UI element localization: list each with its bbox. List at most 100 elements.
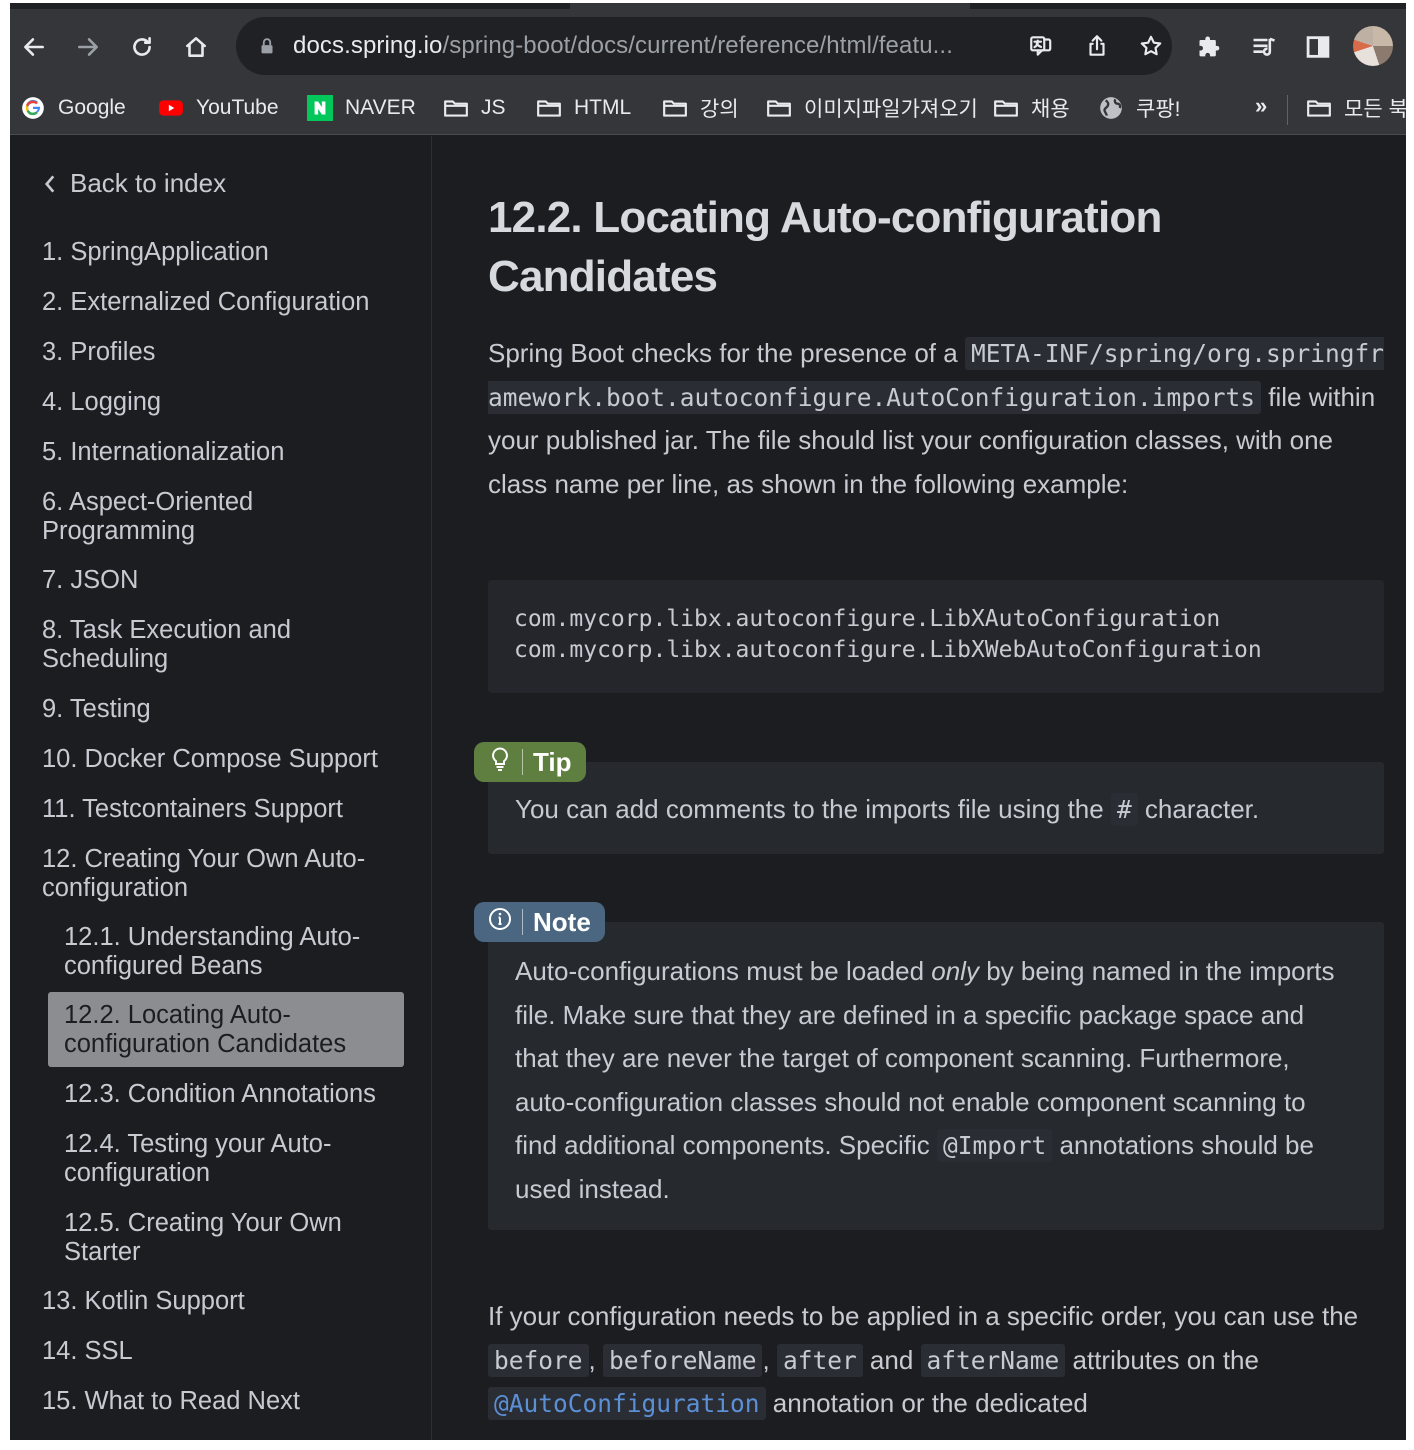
share-button[interactable] [1082,31,1112,61]
lock-icon [261,38,273,54]
beforename-attr-code: beforeName [602,1343,763,1377]
media-control-button[interactable] [1244,27,1284,67]
reload-button[interactable] [122,27,162,67]
url-path: /spring-boot/docs/current/reference/html… [442,32,953,59]
folder-icon [662,95,688,121]
toc-item-internationalization[interactable]: 5. Internationalization [42,438,412,467]
youtube-icon [158,95,184,121]
bookmark-folder-lecture[interactable]: 강의 [662,91,739,125]
bookmark-folder-js[interactable]: JS [443,91,506,125]
note-text-part: Auto-configurations must be loaded [515,956,932,986]
toc-item-condition-annotations[interactable]: 12.3. Condition Annotations [64,1080,404,1109]
toc-item-aop[interactable]: 6. Aspect-Oriented Programming [42,488,342,545]
ordering-text: , [762,1344,777,1375]
bookmark-folder-all[interactable]: 모든 북 [1306,91,1406,125]
toc-item-testing[interactable]: 9. Testing [42,695,412,724]
toc-item-locating-candidates[interactable]: 12.2. Locating Auto-configuration Candid… [48,992,404,1067]
tip-label: Tip [474,742,586,782]
bookmark-folder-html[interactable]: HTML [536,91,631,125]
toc-item-springapplication[interactable]: 1. SpringApplication [42,238,412,267]
home-button[interactable] [176,27,216,67]
hash-code: # [1110,793,1138,826]
bookmark-google[interactable]: Google [20,91,126,125]
import-annotation-code: @Import [937,1129,1053,1162]
toc-item-understanding-beans[interactable]: 12.1. Understanding Auto-configured Bean… [64,923,384,980]
address-bar[interactable]: docs.spring.io/spring-boot/docs/current/… [236,17,1172,75]
label-separator [522,909,523,935]
tip-admonition: Tip You can add comments to the imports … [474,742,1384,854]
toc-item-profiles[interactable]: 3. Profiles [42,338,412,367]
bookmark-naver[interactable]: NAVER [307,91,416,125]
browser-toolbar: docs.spring.io/spring-boot/docs/current/… [10,3,1406,85]
ordering-text: If your configuration needs to be applie… [488,1301,1359,1331]
toc-item-docker-compose[interactable]: 10. Docker Compose Support [42,745,412,774]
toc-item-task-execution[interactable]: 8. Task Execution and Scheduling [42,616,342,673]
home-icon [186,37,206,57]
toc-item-own-auto-configuration[interactable]: 12. Creating Your Own Auto-configuration [42,845,392,902]
toc-item-externalized-configuration[interactable]: 2. Externalized Configuration [42,288,412,317]
reload-icon [133,37,151,56]
after-attr-code: after [776,1343,863,1377]
folder-icon [1306,95,1332,121]
side-panel-icon [1306,36,1330,58]
code-block: com.mycorp.libx.autoconfigure.LibXAutoCo… [488,580,1384,693]
back-to-index-label: Back to index [70,168,227,198]
bookmarks-bar: Google YouTube NAVER JS HTML 강의 이미지파일가져오… [10,85,1406,135]
more-bookmarks-button[interactable]: » [1255,93,1267,119]
bookmark-label: HTML [574,96,632,119]
bookmark-label: YouTube [196,96,279,119]
code-line: com.mycorp.libx.autoconfigure.LibXAutoCo… [514,606,1221,632]
url-host: docs.spring.io [293,32,443,59]
side-panel-button[interactable] [1298,27,1338,67]
extensions-button[interactable] [1190,27,1230,67]
toc-item-what-next[interactable]: 15. What to Read Next [42,1387,412,1416]
ordering-text: annotation or the dedicated [765,1388,1088,1418]
google-icon [20,95,46,121]
star-icon [1140,35,1162,56]
toc-item-testcontainers[interactable]: 11. Testcontainers Support [42,795,412,824]
toc-sidebar: Back to index 1. SpringApplication 2. Ex… [10,136,432,1440]
profile-avatar[interactable] [1353,26,1393,66]
translate-button[interactable] [1026,31,1056,61]
note-admonition: Note Auto-configurations must be loaded … [474,902,1384,1230]
forward-button[interactable] [68,27,108,67]
bookmark-folder-images[interactable]: 이미지파일가져오기 [766,91,978,125]
ordering-text: attributes on the [1065,1344,1259,1375]
toc-item-ssl[interactable]: 14. SSL [42,1337,412,1366]
toc-item-logging[interactable]: 4. Logging [42,388,412,417]
back-to-index-link[interactable]: Back to index [42,168,226,199]
bookmark-label: 채용 [1031,98,1070,121]
before-attr-code: before [488,1343,589,1377]
doc-content: 12.2. Locating Auto-configuration Candid… [432,136,1406,1440]
share-icon [1089,35,1105,56]
globe-icon [1098,95,1124,121]
ordering-text: , [588,1344,603,1375]
lightbulb-icon [488,746,512,779]
toc-item-own-starter[interactable]: 12.5. Creating Your Own Starter [64,1209,364,1266]
chevron-left-icon [44,174,55,193]
bookmark-star-button[interactable] [1136,31,1166,61]
toc-item-testing-auto-configuration[interactable]: 12.4. Testing your Auto-configuration [64,1130,364,1187]
folder-icon [993,95,1019,121]
url-text[interactable]: docs.spring.io/spring-boot/docs/current/… [293,32,953,60]
info-icon [488,906,512,939]
back-button[interactable] [14,27,54,67]
tab-strip [10,3,1406,9]
arrow-left-icon [24,38,44,56]
bookmark-youtube[interactable]: YouTube [158,91,279,125]
ordering-text: and [862,1344,921,1375]
autoconfiguration-link[interactable]: @AutoConfiguration [488,1387,766,1420]
arrow-right-icon [78,38,98,56]
bookmark-folder-jobs[interactable]: 채용 [993,91,1070,125]
toc-item-kotlin[interactable]: 13. Kotlin Support [42,1287,412,1316]
bookmark-label: 쿠팡! [1136,98,1181,121]
ordering-paragraph: If your configuration needs to be applie… [488,1295,1378,1426]
bookmark-coupang[interactable]: 쿠팡! [1098,91,1180,125]
active-tab[interactable] [570,3,970,9]
folder-icon [443,95,469,121]
bookmark-label: 이미지파일가져오기 [804,98,978,121]
playlist-icon [1253,37,1275,56]
toc-item-json[interactable]: 7. JSON [42,566,412,595]
intro-paragraph: Spring Boot checks for the presence of a… [488,332,1388,506]
folder-icon [766,95,792,121]
